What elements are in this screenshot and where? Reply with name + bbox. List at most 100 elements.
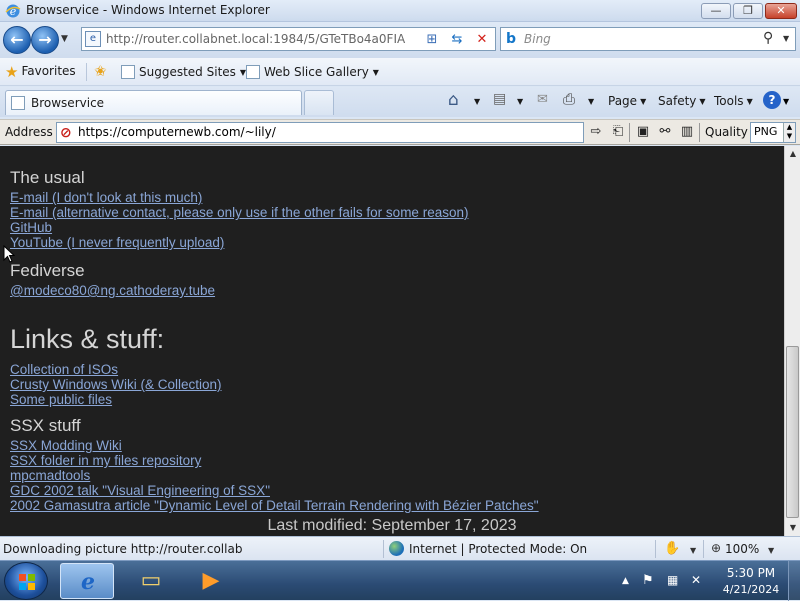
help-icon[interactable]: ? [763, 91, 781, 109]
new-tab-button[interactable] [304, 90, 334, 115]
link-gamasutra-article[interactable]: 2002 Gamasutra article "Dynamic Level of… [10, 498, 539, 513]
compatibility-view-icon[interactable]: ⊞ [423, 31, 441, 49]
chevron-down-icon: ▼ [372, 68, 379, 77]
clock-date[interactable]: 4/21/2024 [718, 583, 784, 596]
windows-logo-icon [19, 574, 35, 590]
link-email[interactable]: E-mail (I don't look at this much) [10, 190, 202, 205]
show-desktop-button[interactable] [788, 561, 800, 601]
url-bar[interactable]: e http://router.collabnet.local:1984/5/G… [81, 27, 496, 51]
address-field[interactable]: ⊘ https://computernewb.com/~lily/ [56, 122, 584, 143]
ie-icon: e [81, 569, 95, 595]
bookmark-icon[interactable]: ⎗ [609, 123, 627, 141]
binoculars-icon[interactable]: ⚯ [656, 123, 674, 141]
taskbar-media-player[interactable]: ▶ [184, 563, 238, 599]
search-icon[interactable]: ⚲ [763, 30, 773, 46]
navigation-bar: ← → ▼ e http://router.collabnet.local:19… [0, 22, 800, 58]
link-crusty-windows-wiki[interactable]: Crusty Windows Wiki (& Collection) [10, 377, 222, 392]
scroll-up-icon[interactable]: ▲ [785, 146, 800, 162]
clock-time[interactable]: 5:30 PM [724, 566, 778, 580]
insecure-icon: ⊘ [60, 125, 72, 141]
refresh-icon[interactable]: ⇆ [448, 31, 466, 49]
tab-label: Browservice [31, 96, 105, 110]
feeds-icon[interactable]: ▤ [493, 91, 506, 107]
clipboard-icon[interactable]: ▥ [678, 123, 696, 141]
help-dropdown[interactable]: ▼ [783, 97, 789, 106]
zoom-dropdown[interactable]: ▼ [768, 546, 774, 555]
chevron-down-icon: ▼ [746, 97, 753, 106]
popup-blocker-icon[interactable]: ✋ [664, 541, 680, 556]
taskbar-internet-explorer[interactable]: e [60, 563, 114, 599]
page-icon: e [85, 31, 101, 47]
separator [699, 123, 700, 142]
link-public-files[interactable]: Some public files [10, 392, 112, 407]
feeds-dropdown[interactable]: ▼ [517, 97, 523, 106]
address-label: Address [5, 125, 53, 139]
link-gdc-talk[interactable]: GDC 2002 talk "Visual Engineering of SSX… [10, 483, 270, 498]
stop-icon[interactable]: ✕ [473, 31, 491, 49]
minimize-button[interactable]: — [701, 3, 731, 19]
vertical-scrollbar[interactable]: ▲ ▼ [784, 146, 800, 536]
link-ssx-wiki[interactable]: SSX Modding Wiki [10, 438, 122, 453]
search-box[interactable]: b Bing ⚲ ▼ [500, 27, 796, 51]
separator [86, 63, 87, 81]
volume-muted-icon[interactable]: ✕ [691, 573, 701, 587]
print-dropdown[interactable]: ▼ [588, 97, 594, 106]
popup-blocker-dropdown[interactable]: ▼ [690, 546, 696, 555]
close-button[interactable]: ✕ [765, 3, 797, 19]
action-center-flag-icon[interactable]: ⚑ [642, 573, 654, 588]
media-player-icon: ▶ [202, 568, 220, 593]
zoom-icon[interactable]: ⊕ [711, 541, 721, 555]
recent-pages-dropdown[interactable]: ▼ [61, 34, 68, 44]
taskbar: e ▭ ▶ ▲ ⚑ ▦ ✕ 5:30 PM 4/21/2024 [0, 560, 800, 601]
security-zone[interactable]: Internet | Protected Mode: On [409, 542, 587, 556]
separator [383, 540, 384, 558]
tools-menu[interactable]: Tools ▼ [714, 94, 753, 108]
print-icon[interactable]: ⎙ [563, 90, 575, 108]
start-button[interactable] [4, 562, 48, 600]
link-fediverse[interactable]: @modeco80@ng.cathoderay.tube [10, 283, 215, 298]
ie-logo-icon: e [5, 4, 21, 18]
separator [703, 540, 704, 558]
back-button[interactable]: ← [3, 26, 31, 54]
forward-button[interactable]: → [31, 26, 59, 54]
address-text[interactable]: https://computernewb.com/~lily/ [78, 125, 276, 139]
scroll-down-icon[interactable]: ▼ [785, 520, 800, 536]
link-isos[interactable]: Collection of ISOs [10, 362, 118, 377]
tab-row: Browservice ⌂ ▼ ▤ ▼ ✉ ⎙ ▼ Page ▼ Safety ▼ … [0, 87, 800, 117]
link-youtube[interactable]: YouTube (I never frequently upload) [10, 235, 224, 250]
show-hidden-icons[interactable]: ▲ [622, 576, 629, 586]
url-text[interactable]: http://router.collabnet.local:1984/5/GTe… [106, 32, 406, 48]
favorites-label: Favorites [21, 64, 76, 78]
search-options-dropdown[interactable]: ▼ [783, 34, 789, 43]
scroll-thumb[interactable] [786, 346, 799, 518]
link-ssx-folder[interactable]: SSX folder in my files repository [10, 453, 201, 468]
mail-icon[interactable]: ✉ [537, 92, 548, 107]
suggested-sites-link[interactable]: Suggested Sites ▼ [121, 65, 246, 79]
link-mpcmadtools[interactable]: mpcmadtools [10, 468, 90, 483]
add-to-favorites-bar-icon[interactable]: ✬ [94, 62, 107, 80]
home-dropdown[interactable]: ▼ [474, 97, 480, 106]
link-github[interactable]: GitHub [10, 220, 52, 235]
search-placeholder[interactable]: Bing [524, 32, 551, 46]
chevron-down-icon: ▼ [699, 97, 706, 106]
web-slice-gallery-link[interactable]: Web Slice Gallery ▼ [246, 65, 379, 79]
quality-select[interactable]: PNG ▲ ▼ [750, 122, 796, 143]
page-menu[interactable]: Page ▼ [608, 94, 646, 108]
maximize-button[interactable]: ❐ [733, 3, 763, 19]
zoom-level[interactable]: 100% [725, 542, 759, 556]
go-icon[interactable]: ⇨ [587, 123, 605, 141]
web-content: The usual E-mail (I don't look at this m… [0, 146, 784, 536]
network-icon[interactable]: ▦ [667, 573, 678, 587]
link-email-alternative[interactable]: E-mail (alternative contact, please only… [10, 205, 468, 220]
tab-browservice[interactable]: Browservice [5, 90, 302, 115]
find-icon[interactable]: ▣ [634, 123, 652, 141]
last-modified: Last modified: September 17, 2023 [267, 517, 517, 534]
favorites-button[interactable]: ★ Favorites [5, 63, 76, 81]
home-icon[interactable]: ⌂ [448, 90, 459, 110]
bing-icon: b [506, 31, 517, 47]
browservice-toolbar: Address ⊘ https://computernewb.com/~lily… [0, 119, 800, 145]
taskbar-windows-explorer[interactable]: ▭ [124, 563, 178, 599]
quality-spinner[interactable]: ▲ ▼ [783, 123, 795, 142]
safety-menu[interactable]: Safety ▼ [658, 94, 706, 108]
page-icon [121, 65, 135, 79]
